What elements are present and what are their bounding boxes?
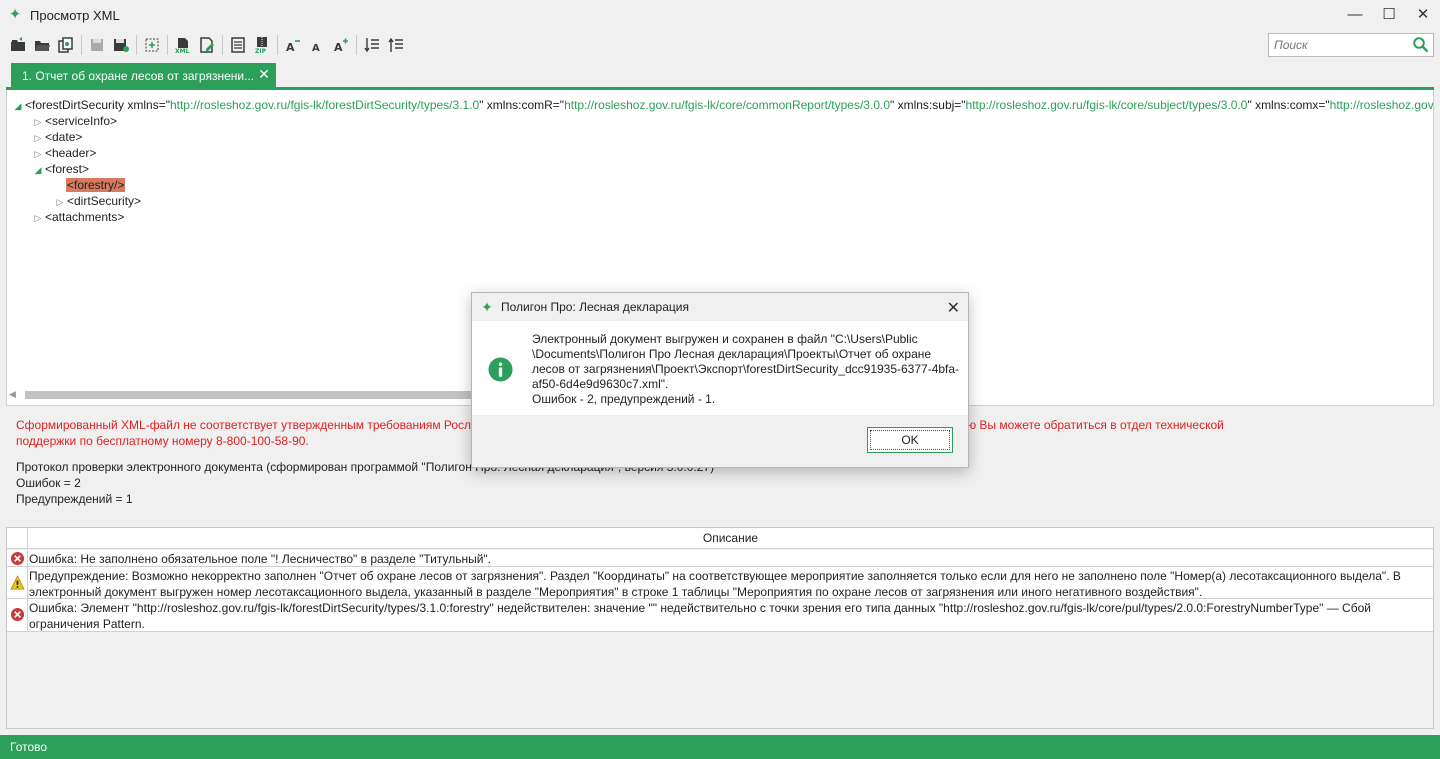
minimize-icon[interactable]: — [1338,0,1372,30]
dialog-title: Полигон Про: Лесная декларация [501,300,689,314]
ok-button[interactable]: OK [867,427,953,453]
expanded-arrow-icon[interactable]: ◢ [31,162,45,178]
svg-text:A: A [312,43,320,54]
table-row[interactable]: Предупреждение: Возможно некорректно зап… [7,567,1433,599]
toolbar-separator [81,35,82,55]
xml-file-icon[interactable]: XML [171,34,195,56]
maximize-icon[interactable]: ☐ [1372,0,1406,30]
search-box [1268,33,1434,57]
zip-archive-icon[interactable]: ZIP [250,34,274,56]
copy-document-icon[interactable] [54,34,78,56]
toolbar-separator [356,35,357,55]
svg-text:ZIP: ZIP [255,48,267,54]
window-title: Просмотр XML [30,7,120,23]
tab-label: 1. Отчет об охране лесов от загрязнени..… [22,68,255,83]
status-bar: Готово [0,735,1440,759]
expand-tree-icon[interactable] [140,34,164,56]
collapsed-arrow-icon[interactable]: ▷ [31,130,45,146]
font-decrease-icon[interactable]: A [281,34,305,56]
error-icon [10,551,25,566]
tree-node-forestry[interactable]: <forestry/> [66,177,126,193]
scroll-left-icon[interactable]: ◀ [9,389,16,400]
tree-node-serviceinfo[interactable]: ▷ <serviceInfo> [31,113,118,130]
search-input[interactable] [1269,34,1407,56]
collapsed-arrow-icon[interactable]: ▷ [31,210,45,226]
info-icon [488,357,513,382]
table-header: Описание [7,528,1433,549]
tree-node-forest[interactable]: ◢ <forest> [31,161,90,178]
dialog-message: Электронный документ выгружен и сохранен… [532,332,960,406]
warnings-count: Предупреждений = 1 [16,492,133,506]
sort-ascending-icon[interactable] [384,34,408,56]
toolbar-separator [167,35,168,55]
app-logo-icon: ✦ [8,6,22,23]
save-as-icon[interactable] [109,34,133,56]
sort-descending-icon[interactable] [360,34,384,56]
font-increase-icon[interactable]: A [329,34,353,56]
table-row[interactable]: Ошибка: Элемент "http://rosleshoz.gov.ru… [7,599,1433,632]
warning-icon [10,575,25,590]
tab-close-icon[interactable]: ✕ [256,66,272,84]
svg-text:A: A [286,41,295,54]
toolbar: XML ZIP A A A [0,30,1440,60]
close-icon[interactable]: ✕ [1406,0,1440,30]
open-folder-icon[interactable] [30,34,54,56]
table-row[interactable]: Ошибка: Не заполнено обязательное поле "… [7,550,1433,567]
tree-node-date[interactable]: ▷ <date> [31,129,83,146]
selected-node-label: <forestry/> [66,178,126,192]
search-icon[interactable] [1412,36,1430,54]
column-header-description[interactable]: Описание [27,528,1433,549]
export-dialog: ✦ Полигон Про: Лесная декларация ✕ Элект… [471,292,969,468]
tab-bar: 1. Отчет об охране лесов от загрязнени..… [0,62,1440,88]
window-controls: — ☐ ✕ [1338,0,1440,30]
svg-text:XML: XML [175,48,190,54]
open-recent-icon[interactable] [6,34,30,56]
scrollbar-thumb[interactable] [25,391,475,399]
collapsed-arrow-icon[interactable]: ▷ [31,114,45,130]
toolbar-separator [136,35,137,55]
tree-node-root[interactable]: ◢ <forestDirtSecurity xmlns="http://rosle… [11,97,1433,114]
tree-node-dirtsecurity[interactable]: ▷ <dirtSecurity> [53,193,142,210]
title-bar: ✦ Просмотр XML — ☐ ✕ [0,0,1440,30]
save-disabled-icon[interactable] [85,34,109,56]
results-table: Описание Ошибка: Не заполнено обязательн… [6,527,1434,729]
dialog-close-icon[interactable]: ✕ [947,298,960,318]
error-icon [10,607,25,622]
expanded-arrow-icon[interactable]: ◢ [11,98,25,114]
collapsed-arrow-icon[interactable]: ▷ [53,194,67,210]
toolbar-separator [222,35,223,55]
edit-document-icon[interactable] [195,34,219,56]
protocol-list-icon[interactable] [226,34,250,56]
errors-count: Ошибок = 2 [16,476,81,490]
collapsed-arrow-icon[interactable]: ▷ [31,146,45,162]
toolbar-separator [277,35,278,55]
tree-node-header[interactable]: ▷ <header> [31,145,97,162]
svg-text:A: A [334,41,343,54]
dialog-title-bar[interactable]: ✦ Полигон Про: Лесная декларация ✕ [472,293,968,321]
app-logo-icon: ✦ [481,299,493,315]
tab-document[interactable]: 1. Отчет об охране лесов от загрязнени..… [11,63,276,88]
font-reset-icon[interactable]: A [305,34,329,56]
dialog-body: Электронный документ выгружен и сохранен… [472,321,968,415]
tree-node-attachments[interactable]: ▷ <attachments> [31,209,125,226]
